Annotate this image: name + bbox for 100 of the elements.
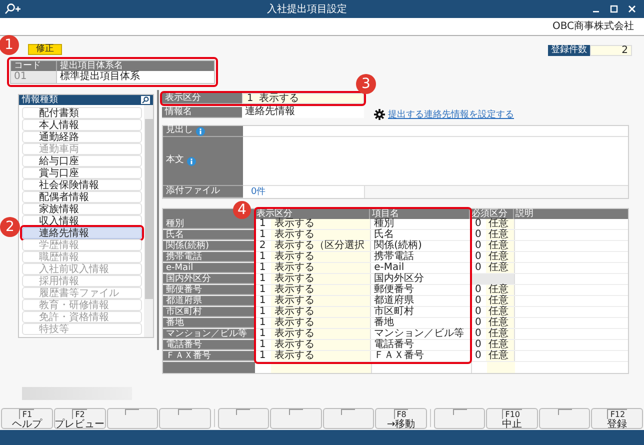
table-cell: ＦＡＸ番号 — [370, 351, 470, 361]
company-name: OBC商事株式会社 — [552, 20, 634, 34]
function-key[interactable] — [159, 408, 211, 428]
table-cell: 任意 — [486, 318, 514, 328]
key-label: F1 — [19, 408, 34, 418]
select-field[interactable]: 1 表示する — [242, 93, 364, 104]
field-label: 添付ファイル — [163, 186, 243, 198]
table-cell: マンション／ビル等 — [370, 329, 470, 339]
row-header: 携帯電話 — [163, 252, 255, 262]
scrollbar-thumb[interactable] — [144, 119, 152, 299]
list-item[interactable]: 連絡先情報 — [22, 227, 142, 239]
table-cell-text: 1 — [258, 318, 267, 328]
function-key[interactable] — [106, 408, 158, 428]
table-cell: 郵便番号 — [370, 285, 470, 295]
table-cell: 表示する — [270, 329, 370, 339]
function-key[interactable]: F2 プレビュー — [54, 408, 106, 428]
list-item[interactable]: 社会保険情報 — [22, 179, 142, 191]
list-item[interactable]: 通勤経路 — [22, 131, 142, 143]
table-cell: 01 — [11, 71, 57, 83]
table-cell: 任意 — [486, 296, 514, 306]
table-cell-text: 1 — [258, 351, 267, 361]
settings-link[interactable]: 提出する連絡先情報を設定する — [388, 110, 514, 120]
attachment-link[interactable]: 0件 — [251, 187, 266, 197]
function-key[interactable]: F10 中止 — [486, 408, 538, 428]
table-cell-text: 1 — [258, 230, 267, 240]
table-cell: 任意 — [486, 340, 514, 350]
table-cell: 携帯電話 — [370, 252, 470, 262]
list-item[interactable]: 家族情報 — [22, 203, 142, 215]
close-icon — [628, 5, 636, 13]
list-item[interactable]: 配偶者情報 — [22, 191, 142, 203]
row-header: e-Mail — [163, 263, 255, 273]
callout-badge: 1 — [0, 35, 19, 55]
table-cell: 関係(続柄) — [370, 241, 470, 251]
table-cell-text: 1 — [258, 296, 267, 306]
table-cell: 任意 — [486, 263, 514, 273]
callout-badge: 3 — [356, 74, 376, 94]
table-cell-text: 1 — [258, 252, 267, 262]
table-cell: e-Mail — [370, 263, 470, 273]
list-item[interactable]: 本人情報 — [22, 119, 142, 131]
column-header: 項目名 — [370, 209, 470, 219]
key-action: 登録 — [607, 418, 628, 430]
function-key[interactable] — [434, 408, 486, 428]
row-header: 郵便番号 — [163, 285, 255, 295]
table-cell: 表示する — [270, 219, 370, 229]
list-item[interactable]: 配付書類 — [22, 107, 142, 119]
function-key[interactable]: F1 ヘルプ — [1, 408, 53, 428]
key-label: F10 — [502, 408, 522, 418]
table-cell-text: 1 — [258, 285, 267, 295]
column-header: 説明 — [514, 209, 534, 219]
table-cell: 任意 — [486, 252, 514, 262]
text-field[interactable]: 連絡先情報 — [242, 107, 364, 118]
table-cell: 都道府県 — [370, 296, 470, 306]
field-label: 情報名 — [162, 107, 242, 118]
table-cell: 氏名 — [370, 230, 470, 240]
key-action: →移動 — [386, 418, 416, 430]
key-label: F8 — [394, 408, 408, 418]
table-cell-text: 1 — [258, 329, 267, 339]
table-cell-text: 1 — [258, 263, 267, 273]
table-cell-text: 1 — [258, 340, 267, 350]
key-action: ヘルプ — [12, 418, 42, 430]
row-header: 市区町村 — [163, 307, 255, 317]
list-item[interactable]: 給与口座 — [22, 155, 142, 167]
field-label: 登録件数 — [548, 45, 590, 56]
list-item[interactable]: 賞与口座 — [22, 167, 142, 179]
field-label: 見出し — [166, 124, 193, 138]
table-cell-text: 2 — [258, 241, 267, 251]
gear-icon — [374, 109, 385, 120]
table-cell: 任意 — [486, 307, 514, 317]
field-label: 本文 — [166, 154, 184, 168]
column-header: 提出項目体系名 — [59, 61, 124, 71]
key-action: プレビュー — [54, 418, 105, 430]
function-key[interactable] — [270, 408, 322, 428]
field-value: 表示する — [258, 94, 299, 103]
table-cell: 表示する — [270, 296, 370, 306]
table-cell: 番地 — [370, 318, 470, 328]
table-cell: 表示する — [270, 340, 370, 350]
table-cell: 表示する — [270, 318, 370, 328]
field-label: 表示区分 — [162, 93, 242, 104]
mode-badge: 修正 — [28, 44, 62, 55]
table-cell: 表示する — [270, 351, 370, 361]
table-cell: 表示する — [270, 285, 370, 295]
row-header: ＦＡＸ番号 — [163, 351, 255, 361]
table-cell: 任意 — [486, 230, 514, 240]
function-key[interactable] — [538, 408, 590, 428]
function-key[interactable]: F8 →移動 — [375, 408, 427, 428]
table-cell: 任意 — [486, 241, 514, 251]
key-label: F12 — [607, 408, 628, 418]
callout-badge: 2 — [0, 217, 20, 237]
table-cell: 国内外区分 — [370, 274, 470, 284]
row-header: マンション／ビル等 — [163, 329, 255, 339]
row-header: 国内外区分 — [163, 274, 255, 284]
function-key[interactable] — [322, 408, 374, 428]
callout-badge: 4 — [233, 201, 251, 219]
table-cell: 表示する — [270, 307, 370, 317]
table-cell: 表示する — [270, 252, 370, 262]
table-cell: 任意 — [486, 329, 514, 339]
window-title: 入社提出項目設定 — [266, 2, 348, 16]
function-key[interactable]: F12 登録 — [591, 408, 643, 428]
function-key[interactable] — [218, 408, 270, 428]
row-header: 種別 — [163, 219, 255, 229]
